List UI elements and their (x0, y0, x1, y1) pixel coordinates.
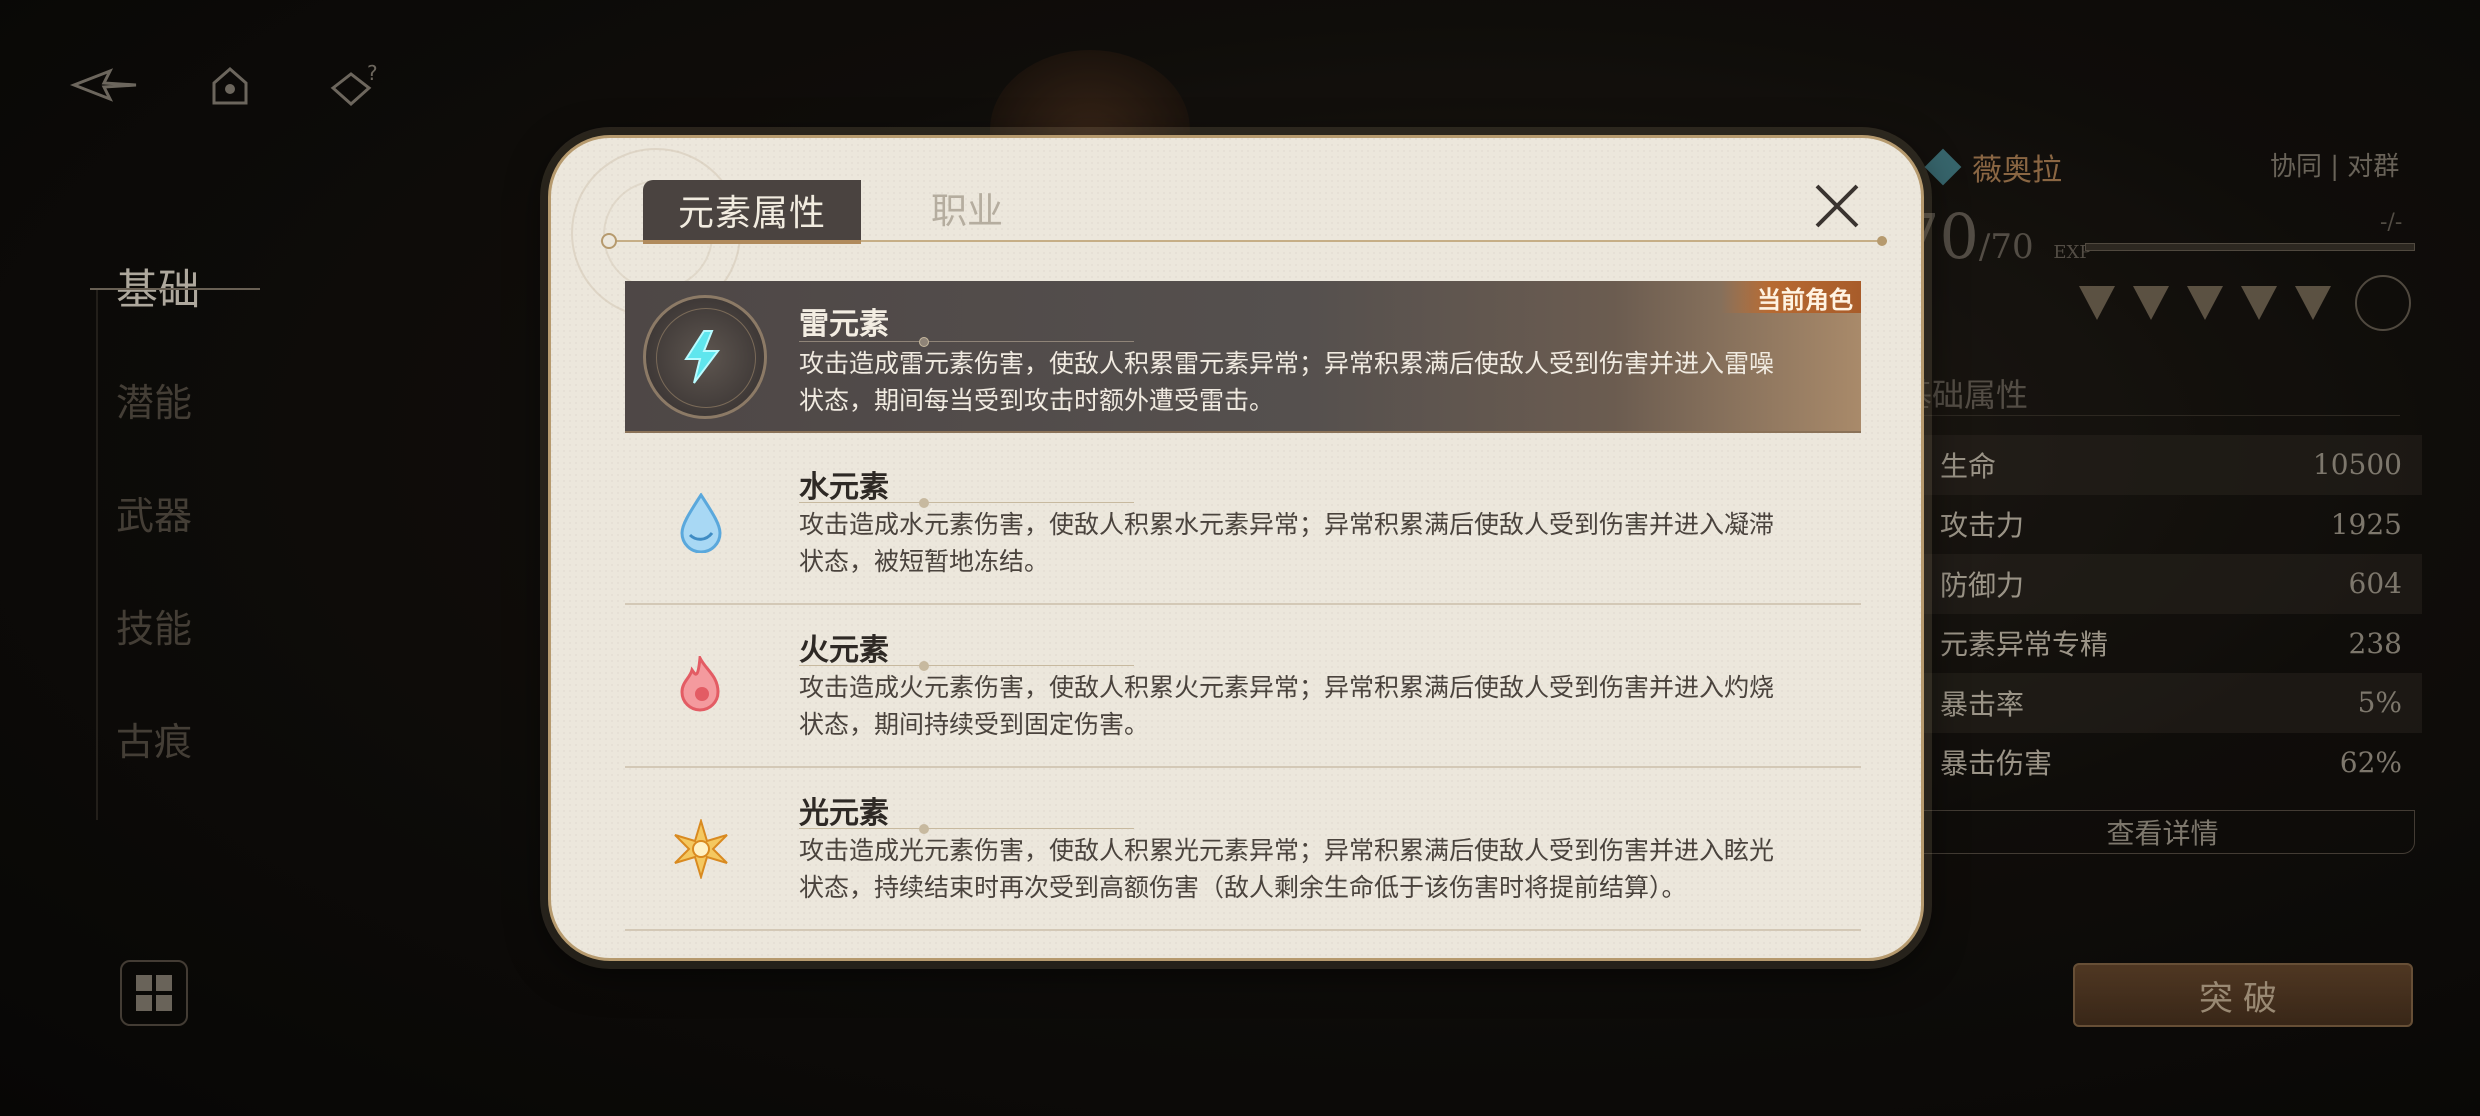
element-description: 攻击造成雷元素伤害，使敌人积累雷元素异常；异常积累满后使敌人受到伤害并进入雷噪 … (799, 345, 1839, 419)
water-element-icon (666, 488, 736, 558)
element-name: 光元素 (799, 796, 889, 831)
description-line: 状态，持续结束时再次受到高额伤害（敌人剩余生命低于该伤害时将提前结算）。 (799, 873, 1687, 902)
element-row-thunder[interactable]: 雷元素 当前角色 攻击造成雷元素伤害，使敌人积累雷元素异常；异常积累满后使敌人受… (625, 281, 1861, 433)
description-line: 状态，期间每当受到攻击时额外遭受雷击。 (799, 386, 1275, 415)
thunder-element-icon (666, 322, 736, 392)
tab-line-ornament (601, 233, 617, 249)
element-info-modal: 元素属性 职业 雷元素 当前角色 攻击造成雷元素伤害，使敌人积累雷元素异常；异常… (548, 135, 1924, 961)
tab-line-ornament (1877, 236, 1887, 246)
element-name: 雷元素 (799, 307, 889, 342)
close-x-icon (1815, 184, 1859, 228)
description-line: 攻击造成光元素伤害，使敌人积累光元素异常；异常积累满后使敌人受到伤害并进入眩光 (799, 836, 1775, 865)
description-line: 状态，期间持续受到固定伤害。 (799, 710, 1150, 739)
element-description: 攻击造成火元素伤害，使敌人积累火元素异常；异常积累满后使敌人受到伤害并进入灼烧 … (799, 669, 1839, 743)
description-line: 攻击造成水元素伤害，使敌人积累水元素异常；异常积累满后使敌人受到伤害并进入凝滞 (799, 510, 1775, 539)
element-row-fire[interactable]: 火元素 攻击造成火元素伤害，使敌人积累火元素异常；异常积累满后使敌人受到伤害并进… (625, 605, 1861, 768)
description-line: 攻击造成雷元素伤害，使敌人积累雷元素异常；异常积累满后使敌人受到伤害并进入雷噪 (799, 349, 1775, 378)
current-character-badge: 当前角色 (1721, 281, 1861, 314)
name-divider (799, 498, 1134, 508)
modal-tabs: 元素属性 职业 (643, 180, 1003, 244)
description-line: 状态，被短暂地冻结。 (799, 547, 1050, 576)
element-name: 火元素 (799, 633, 889, 668)
element-description: 攻击造成光元素伤害，使敌人积累光元素异常；异常积累满后使敌人受到伤害并进入眩光 … (799, 832, 1839, 906)
element-row-water[interactable]: 水元素 攻击造成水元素伤害，使敌人积累水元素异常；异常积累满后使敌人受到伤害并进… (625, 442, 1861, 605)
name-divider (799, 824, 1134, 834)
fire-element-icon (666, 651, 736, 721)
description-line: 攻击造成火元素伤害，使敌人积累火元素异常；异常积累满后使敌人受到伤害并进入灼烧 (799, 673, 1775, 702)
light-element-icon (666, 814, 736, 884)
tab-element-attribute[interactable]: 元素属性 (643, 180, 861, 244)
close-button[interactable] (1809, 178, 1865, 234)
element-name: 水元素 (799, 470, 889, 505)
element-description: 攻击造成水元素伤害，使敌人积累水元素异常；异常积累满后使敌人受到伤害并进入凝滞 … (799, 506, 1839, 580)
element-row-light[interactable]: 光元素 攻击造成光元素伤害，使敌人积累光元素异常；异常积累满后使敌人受到伤害并进… (625, 768, 1861, 931)
name-divider (799, 337, 1134, 347)
element-list: 雷元素 当前角色 攻击造成雷元素伤害，使敌人积累雷元素异常；异常积累满后使敌人受… (625, 281, 1861, 931)
name-divider (799, 661, 1134, 671)
tab-class[interactable]: 职业 (931, 182, 1003, 244)
